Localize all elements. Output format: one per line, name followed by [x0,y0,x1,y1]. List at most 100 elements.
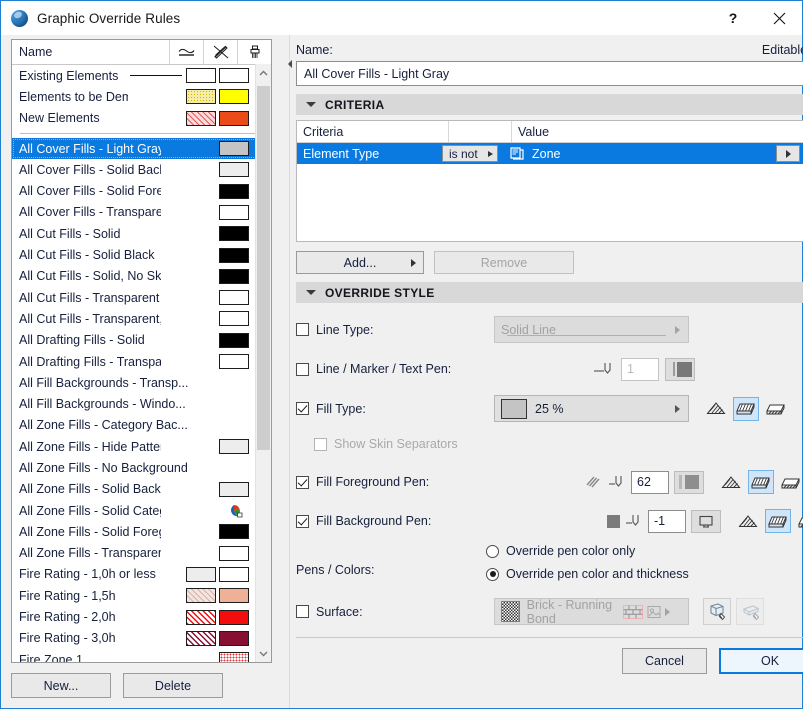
fill-foreground-pen-checkbox[interactable] [296,475,309,489]
swatch-fill [219,247,249,263]
value-picker-button[interactable] [776,145,800,162]
line-type-combo[interactable]: Solid Line [494,316,689,343]
collapse-left-panel-icon[interactable] [285,58,294,70]
list-item[interactable]: All Cut Fills - Solid, No Skin ... [12,266,271,287]
column-header-fill[interactable] [203,40,237,64]
remove-criteria-button[interactable]: Remove [434,251,574,274]
ok-button[interactable]: OK [719,648,803,674]
drafting-fill-toggle[interactable] [763,397,789,421]
add-criteria-button[interactable]: Add... [296,251,424,274]
criteria-row[interactable]: Element Type is not Zone [297,143,803,164]
override-pen-color-only-option[interactable]: Override pen color only [486,544,689,558]
swatch-surface [219,588,249,604]
fill-background-transparent-button[interactable] [691,509,721,533]
list-item[interactable]: All Fill Backgrounds - Windo... [12,393,271,414]
list-item[interactable]: All Cut Fills - Transparent, N... [12,308,271,329]
surface-pick-fill-button[interactable] [736,598,764,625]
cover-fill-toggle[interactable] [765,509,791,533]
line-pen-color-button[interactable] [665,357,695,381]
scrollbar-thumb[interactable] [257,86,270,450]
fill-background-pen-input[interactable]: -1 [648,509,686,533]
cut-fill-toggle[interactable] [703,397,729,421]
column-header-line-type[interactable] [169,40,203,64]
list-item[interactable]: Fire Rating - 1,0h or less [12,564,271,585]
new-button[interactable]: New... [11,673,111,698]
drafting-fill-toggle[interactable] [778,470,803,494]
line-pen-number-input[interactable]: 1 [621,357,659,381]
list-item[interactable]: All Zone Fills - Category Bac... [12,415,271,436]
list-item[interactable]: All Cut Fills - Solid Black [12,244,271,265]
fill-foreground-pen-color-button[interactable] [674,470,704,494]
list-item-label: All Cut Fills - Transparent, N... [19,311,161,326]
list-item[interactable]: Fire Rating - 3,0h [12,628,271,649]
list-scrollbar[interactable] [255,64,271,662]
radio-pen-color-thickness[interactable] [486,567,499,581]
help-button[interactable]: ? [710,1,756,35]
fill-foreground-pen-input[interactable]: 62 [631,470,669,494]
list-item[interactable]: All Zone Fills - Hide Pattern [12,436,271,457]
criteria-value-cell[interactable]: Zone [507,145,803,162]
drafting-fill-toggle[interactable] [795,509,803,533]
show-skin-separators-checkbox[interactable] [314,437,327,451]
swatch-fill [219,481,249,497]
radio-pen-color-only[interactable] [486,544,499,558]
line-marker-text-pen-label: Line / Marker / Text Pen: [316,362,452,376]
list-item[interactable]: Elements to be Demolished [12,86,271,107]
cut-fill-icon [738,514,758,527]
cover-fill-toggle[interactable] [748,470,774,494]
list-item[interactable]: Fire Zone 1 [12,649,271,662]
cut-fill-toggle[interactable] [718,470,744,494]
list-item[interactable]: All Zone Fills - No Background [12,457,271,478]
close-button[interactable] [756,1,802,35]
line-type-checkbox[interactable] [296,323,309,336]
list-item[interactable]: All Zone Fills - Transparent [12,543,271,564]
fill-type-checkbox[interactable] [296,402,309,415]
line-marker-text-pen-checkbox[interactable] [296,362,309,376]
line-type-label: Line Type: [316,322,374,337]
operator-dropdown[interactable]: is not [442,145,498,162]
cut-fill-toggle[interactable] [735,509,761,533]
list-item[interactable]: All Cut Fills - Solid [12,223,271,244]
list-item[interactable]: All Zone Fills - Solid Foregro... [12,521,271,542]
criteria-section-header[interactable]: CRITERIA [296,94,803,115]
column-header-surface[interactable] [237,40,271,64]
list-item[interactable]: Fire Rating - 1,5h [12,585,271,606]
list-item-selected[interactable]: All Cover Fills - Light Gray [12,137,271,160]
list-item[interactable]: New Elements [12,108,271,129]
swatch-surface [219,89,249,105]
scroll-up-arrow[interactable] [256,64,271,81]
scroll-down-arrow[interactable] [256,645,271,662]
list-item[interactable]: All Cover Fills - Transparent [12,202,271,223]
list-item[interactable]: All Cut Fills - Transparent [12,287,271,308]
list-rows[interactable]: Existing Elements Elements to be Demolis… [12,65,271,662]
rules-list: Name Existing Elements Elements to be De… [11,39,272,663]
list-item[interactable]: All Zone Fills - Solid Category [12,500,271,521]
line-pen-label-group: Line / Marker / Text Pen: [296,362,494,376]
list-item[interactable]: All Fill Backgrounds - Transp... [12,372,271,393]
override-style-section-header[interactable]: OVERRIDE STYLE [296,282,803,303]
panel-splitter[interactable] [284,35,296,708]
fill-background-pen-label: Fill Background Pen: [316,514,432,528]
list-item[interactable]: All Cover Fills - Solid Foregr... [12,180,271,201]
list-item[interactable]: Existing Elements [12,65,271,86]
fill-background-pen-checkbox[interactable] [296,514,309,528]
list-item[interactable]: Fire Rating - 2,0h [12,606,271,627]
name-input[interactable]: All Cover Fills - Light Gray [296,61,803,86]
surface-checkbox[interactable] [296,605,309,618]
cancel-button[interactable]: Cancel [622,648,707,674]
column-header-name[interactable]: Name [12,40,169,64]
list-item[interactable]: All Drafting Fills - Transparent [12,351,271,372]
line-preview-icon [507,335,666,336]
list-item[interactable]: All Cover Fills - Solid Backgr... [12,159,271,180]
fill-type-combo[interactable]: 25 % [494,395,689,422]
delete-button[interactable]: Delete [123,673,223,698]
list-item[interactable]: All Zone Fills - Solid Backgro... [12,479,271,500]
fill-bg-controls: -1 [607,509,721,533]
criteria-operator-dropdown[interactable]: is not [442,145,507,162]
cover-fill-toggle[interactable] [733,396,759,421]
surface-pick-3d-button[interactable] [703,598,731,625]
list-item[interactable]: All Drafting Fills - Solid [12,330,271,351]
chevron-right-icon [675,325,680,334]
override-pen-color-thickness-option[interactable]: Override pen color and thickness [486,567,689,581]
surface-combo[interactable]: Brick - Running Bond [494,598,689,626]
